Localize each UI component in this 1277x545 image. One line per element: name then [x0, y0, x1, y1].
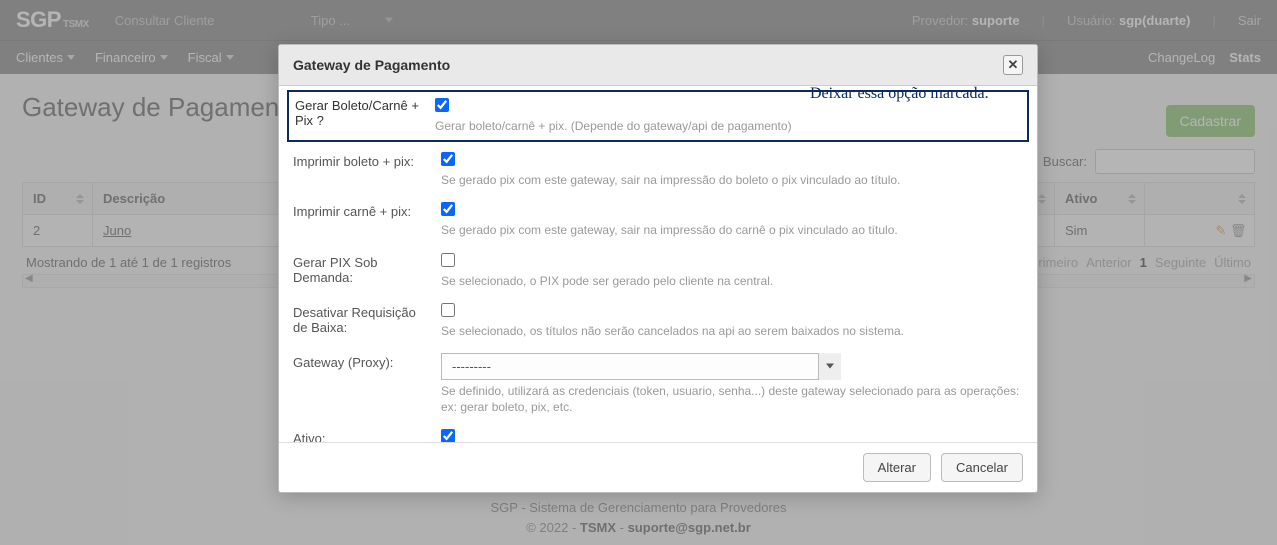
close-icon[interactable]: ✕	[1003, 55, 1023, 75]
imprimir-boleto-pix-checkbox[interactable]	[441, 152, 455, 166]
form-row: Ativo:	[293, 425, 1023, 442]
form-row: Imprimir boleto + pix: Se gerado pix com…	[293, 148, 1023, 198]
annotation-text: Deixar essa opção marcada.	[810, 82, 990, 105]
field-help: Se gerado pix com este gateway, sair na …	[441, 222, 1023, 238]
field-help: Gerar boleto/carnê + pix. (Depende do ga…	[435, 118, 792, 134]
modal-title: Gateway de Pagamento	[293, 57, 450, 73]
form-row: Gerar PIX Sob Demanda: Se selecionado, o…	[293, 249, 1023, 299]
field-label: Desativar Requisição de Baixa:	[293, 303, 429, 335]
field-label: Gerar Boleto/Carnê + Pix ?	[295, 98, 423, 128]
desativar-baixa-checkbox[interactable]	[441, 303, 455, 317]
form-row: Gateway (Proxy): --------- Se definido, …	[293, 349, 1023, 425]
modal-header: Gateway de Pagamento ✕	[279, 45, 1037, 86]
gerar-boleto-pix-checkbox[interactable]	[435, 98, 449, 112]
modal-body: Gerar Boleto/Carnê + Pix ? Gerar boleto/…	[279, 86, 1037, 442]
field-help: Se selecionado, o PIX pode ser gerado pe…	[441, 273, 1023, 289]
field-help: Se definido, utilizará as credenciais (t…	[441, 383, 1023, 415]
field-label: Gerar PIX Sob Demanda:	[293, 253, 429, 285]
form-row: Desativar Requisição de Baixa: Se seleci…	[293, 299, 1023, 349]
field-label: Gateway (Proxy):	[293, 353, 429, 370]
field-label: Imprimir carnê + pix:	[293, 202, 429, 219]
modal-footer: Alterar Cancelar	[279, 442, 1037, 492]
ativo-checkbox[interactable]	[441, 429, 455, 442]
gateway-proxy-select[interactable]: ---------	[441, 353, 841, 380]
field-help: Se gerado pix com este gateway, sair na …	[441, 172, 1023, 188]
gateway-modal: Gateway de Pagamento ✕ Gerar Boleto/Carn…	[278, 44, 1038, 493]
field-label: Ativo:	[293, 429, 429, 442]
alterar-button[interactable]: Alterar	[863, 453, 931, 482]
cancelar-button[interactable]: Cancelar	[941, 453, 1023, 482]
field-help: Se selecionado, os títulos não serão can…	[441, 323, 1023, 339]
form-row: Imprimir carnê + pix: Se gerado pix com …	[293, 198, 1023, 248]
field-label: Imprimir boleto + pix:	[293, 152, 429, 169]
pix-demanda-checkbox[interactable]	[441, 253, 455, 267]
imprimir-carne-pix-checkbox[interactable]	[441, 202, 455, 216]
